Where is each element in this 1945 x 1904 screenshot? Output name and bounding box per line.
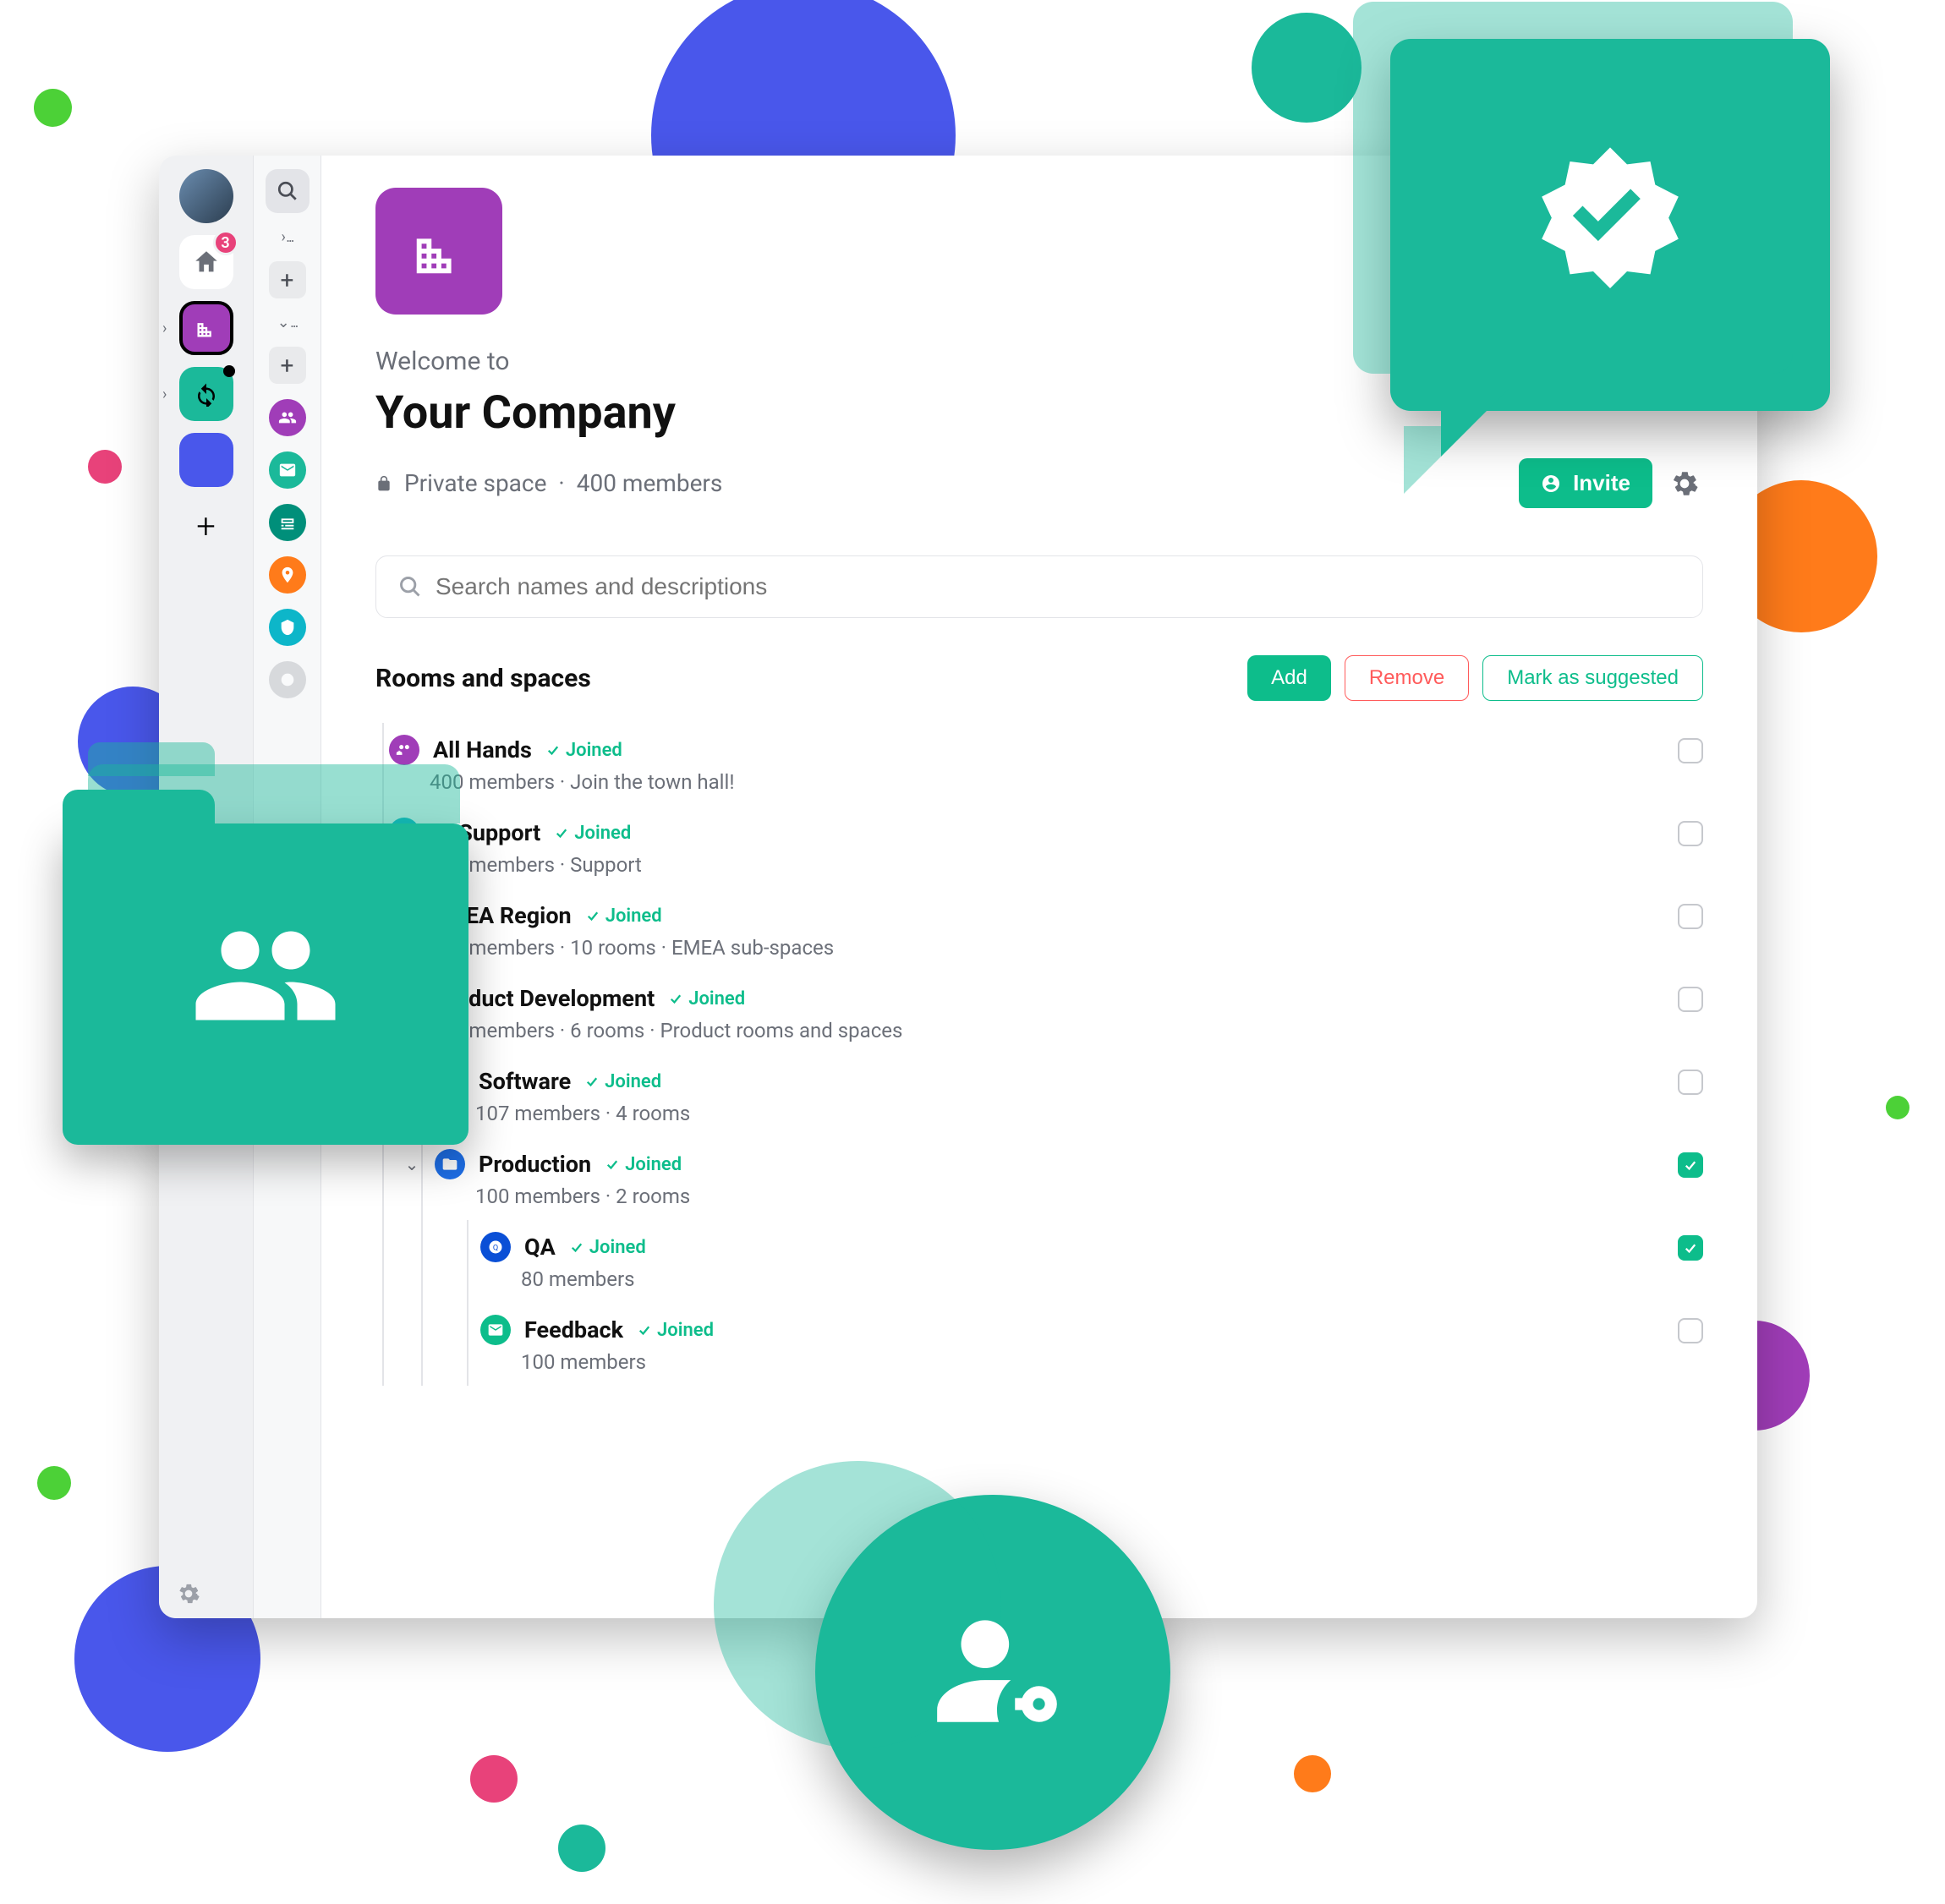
notification-badge: 3 bbox=[213, 230, 238, 255]
room-subtitle: 200 members · 6 rooms · Product rooms an… bbox=[430, 1019, 1703, 1042]
room-item[interactable]: IT Support Joined 312 members · Support bbox=[384, 806, 1703, 889]
space-company[interactable] bbox=[179, 301, 233, 355]
room-subtitle: 80 members bbox=[521, 1267, 1703, 1291]
room-checkbox[interactable] bbox=[1678, 1235, 1703, 1261]
settings-button[interactable] bbox=[1666, 465, 1703, 502]
room-icon bbox=[435, 1149, 465, 1179]
verified-icon bbox=[1526, 140, 1695, 309]
room-subtitle: 100 members · 2 rooms bbox=[475, 1185, 1703, 1208]
add-button[interactable]: + bbox=[269, 261, 306, 298]
room-subtitle: 100 members bbox=[521, 1350, 1703, 1374]
mark-suggested-button[interactable]: Mark as suggested bbox=[1482, 655, 1703, 701]
joined-badge: Joined bbox=[569, 1237, 646, 1258]
add-button[interactable]: + bbox=[269, 347, 306, 384]
rooms-tree: All Hands Joined 400 members · Join the … bbox=[382, 723, 1703, 1386]
home-button[interactable]: 3 bbox=[179, 235, 233, 289]
room-dot[interactable] bbox=[269, 451, 306, 489]
room-subtitle: 107 members · 4 rooms bbox=[475, 1102, 1703, 1125]
room-name: Production bbox=[479, 1151, 591, 1178]
joined-badge: Joined bbox=[668, 988, 745, 1009]
add-space-button[interactable]: + bbox=[179, 499, 233, 553]
decoration-circle bbox=[470, 1755, 518, 1803]
user-gear-icon bbox=[925, 1596, 1069, 1740]
collapsed-section[interactable]: ⌄ ... bbox=[277, 314, 298, 331]
room-checkbox[interactable] bbox=[1678, 1318, 1703, 1343]
section-title: Rooms and spaces bbox=[375, 664, 591, 693]
remove-room-button[interactable]: Remove bbox=[1345, 655, 1469, 701]
room-item[interactable]: Q QA Joined 80 members bbox=[475, 1220, 1703, 1303]
joined-badge: Joined bbox=[637, 1320, 714, 1341]
joined-badge: Joined bbox=[584, 1071, 661, 1092]
room-item[interactable]: ⌄ Product Development Joined 200 members… bbox=[384, 971, 1703, 1054]
room-name: Feedback bbox=[524, 1316, 623, 1343]
room-dot[interactable] bbox=[269, 399, 306, 436]
gear-icon bbox=[1671, 470, 1698, 497]
room-item[interactable]: Feedback Joined 100 members bbox=[475, 1303, 1703, 1386]
decoration-circle bbox=[1886, 1096, 1909, 1119]
room-subtitle: 290 members · 10 rooms · EMEA sub-spaces bbox=[430, 936, 1703, 960]
admin-card bbox=[815, 1495, 1170, 1850]
decoration-circle bbox=[1252, 13, 1362, 123]
search-icon bbox=[398, 575, 422, 599]
decoration-circle bbox=[1294, 1755, 1331, 1792]
add-room-button[interactable]: Add bbox=[1247, 655, 1331, 701]
space-avatar bbox=[375, 188, 502, 315]
space-recycle[interactable] bbox=[179, 367, 233, 421]
room-item[interactable]: › Software Joined 107 members · 4 rooms bbox=[430, 1054, 1703, 1137]
user-avatar[interactable] bbox=[179, 169, 233, 223]
room-name: QA bbox=[524, 1234, 556, 1261]
room-checkbox[interactable] bbox=[1678, 987, 1703, 1012]
room-name: Software bbox=[479, 1068, 571, 1095]
room-item[interactable]: › EMEA Region Joined 290 members · 10 ro… bbox=[384, 889, 1703, 971]
chevron-right-icon: › bbox=[162, 320, 167, 337]
search-input[interactable] bbox=[436, 573, 1680, 600]
chevron-down-icon[interactable]: ⌄ bbox=[403, 1154, 421, 1174]
room-icon bbox=[480, 1315, 511, 1345]
space-meta: Private space · 400 members bbox=[375, 469, 722, 497]
room-name: All Hands bbox=[433, 736, 532, 763]
search-button[interactable] bbox=[266, 169, 310, 213]
joined-badge: Joined bbox=[545, 740, 622, 761]
member-count: 400 members bbox=[577, 469, 723, 497]
joined-badge: Joined bbox=[605, 1154, 682, 1175]
room-icon: Q bbox=[480, 1232, 511, 1262]
room-checkbox[interactable] bbox=[1678, 738, 1703, 763]
chat-card bbox=[1390, 39, 1830, 411]
decoration-circle bbox=[34, 89, 72, 127]
joined-badge: Joined bbox=[554, 823, 631, 844]
joined-badge: Joined bbox=[585, 905, 662, 927]
decoration-circle bbox=[558, 1825, 605, 1872]
lock-icon bbox=[375, 475, 392, 492]
invite-icon bbox=[1541, 473, 1561, 494]
invite-button[interactable]: Invite bbox=[1519, 458, 1652, 508]
decoration-circle bbox=[88, 450, 122, 484]
collapsed-section[interactable]: › ... bbox=[281, 228, 293, 246]
room-subtitle: 312 members · Support bbox=[430, 853, 1703, 877]
settings-button[interactable] bbox=[178, 1583, 200, 1608]
svg-text:Q: Q bbox=[493, 1244, 498, 1252]
chevron-right-icon: › bbox=[162, 386, 167, 403]
room-dot[interactable] bbox=[269, 504, 306, 541]
room-checkbox[interactable] bbox=[1678, 1152, 1703, 1178]
room-item[interactable]: All Hands Joined 400 members · Join the … bbox=[384, 723, 1703, 806]
room-checkbox[interactable] bbox=[1678, 821, 1703, 846]
room-checkbox[interactable] bbox=[1678, 1070, 1703, 1095]
privacy-label: Private space bbox=[404, 469, 546, 497]
room-dot[interactable] bbox=[269, 556, 306, 594]
room-checkbox[interactable] bbox=[1678, 904, 1703, 929]
space-other[interactable] bbox=[179, 433, 233, 487]
search-box[interactable] bbox=[375, 555, 1703, 618]
room-dot[interactable] bbox=[269, 661, 306, 698]
decoration-circle bbox=[37, 1466, 71, 1500]
room-dot[interactable] bbox=[269, 609, 306, 646]
room-item[interactable]: ⌄ Production Joined 100 members · 2 room… bbox=[430, 1137, 1703, 1220]
people-icon bbox=[189, 900, 342, 1052]
folder-card bbox=[63, 823, 468, 1145]
room-subtitle: 400 members · Join the town hall! bbox=[430, 770, 1703, 794]
room-icon bbox=[389, 735, 419, 765]
